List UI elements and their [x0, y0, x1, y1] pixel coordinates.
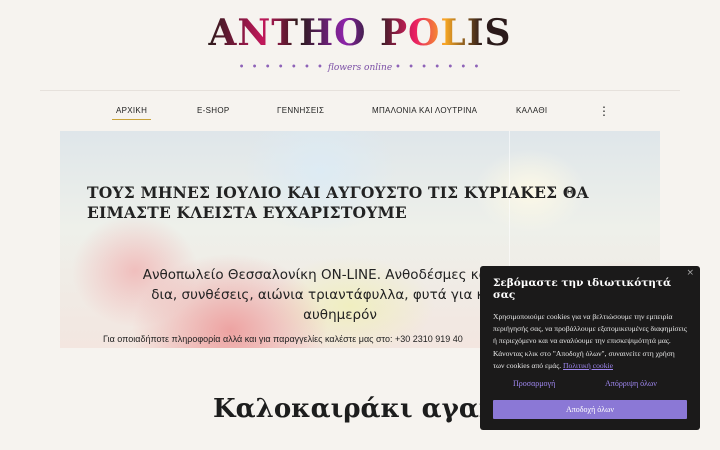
cookie-title: Σεβόμαστε την ιδιωτικότητά σας [493, 277, 672, 301]
nav-item-births[interactable]: ΓΕΝΝΗΣΕΙΣ [277, 106, 324, 115]
cookie-secondary-actions: Προσαρμογή Απόρριψη όλων [493, 379, 687, 393]
nav-item-cart[interactable]: ΚΑΛΑΘΙ [516, 106, 547, 115]
nav-divider [40, 90, 680, 91]
cookie-text: Χρησιμοποιούμε cookies για να βελτιώσουμ… [493, 311, 687, 372]
logo-subtitle: flowers online [327, 63, 393, 73]
cookie-banner: × Σεβόμαστε την ιδιωτικότητά σας Χρησιμο… [480, 266, 700, 430]
accept-all-button[interactable]: Αποδοχή όλων [493, 400, 687, 419]
main-nav: ΑΡΧΙΚΗ E-SHOP ΓΕΝΝΗΣΕΙΣ ΜΠΑΛΟΝΙΑ ΚΑΙ ΛΟΥ… [0, 104, 720, 122]
cookie-policy-link[interactable]: Πολιτική cookie [563, 361, 613, 370]
logo-text: ANTHO POLIS [208, 12, 512, 54]
hero-title: ΤΟΥΣ ΜΗΝΕΣ ΙΟΥΛΙΟ ΚΑΙ ΑΥΓΟΥΣΤΟ ΤΙΣ ΚΥΡΙΑ… [87, 183, 589, 222]
logo-dots-right: • • • • • • • [395, 62, 482, 73]
hero-contact-text: Για οποιαδήποτε πληροφορία αλλά και για … [103, 334, 463, 344]
reject-all-button[interactable]: Απόρριψη όλων [605, 379, 657, 388]
close-icon[interactable]: × [686, 268, 694, 278]
nav-item-eshop[interactable]: E-SHOP [197, 106, 229, 115]
logo-dots-left: • • • • • • • [238, 62, 325, 73]
more-menu-icon[interactable]: ⋮ [598, 104, 610, 118]
customize-button[interactable]: Προσαρμογή [513, 379, 555, 388]
logo-tagline: • • • • • • • flowers online • • • • • •… [0, 62, 720, 73]
nav-item-home[interactable]: ΑΡΧΙΚΗ [111, 106, 152, 120]
site-logo[interactable]: ANTHO POLIS • • • • • • • flowers online… [0, 10, 720, 73]
nav-item-balloons[interactable]: ΜΠΑΛΟΝΙΑ ΚΑΙ ΛΟΥΤΡΙΝΑ [372, 106, 477, 115]
